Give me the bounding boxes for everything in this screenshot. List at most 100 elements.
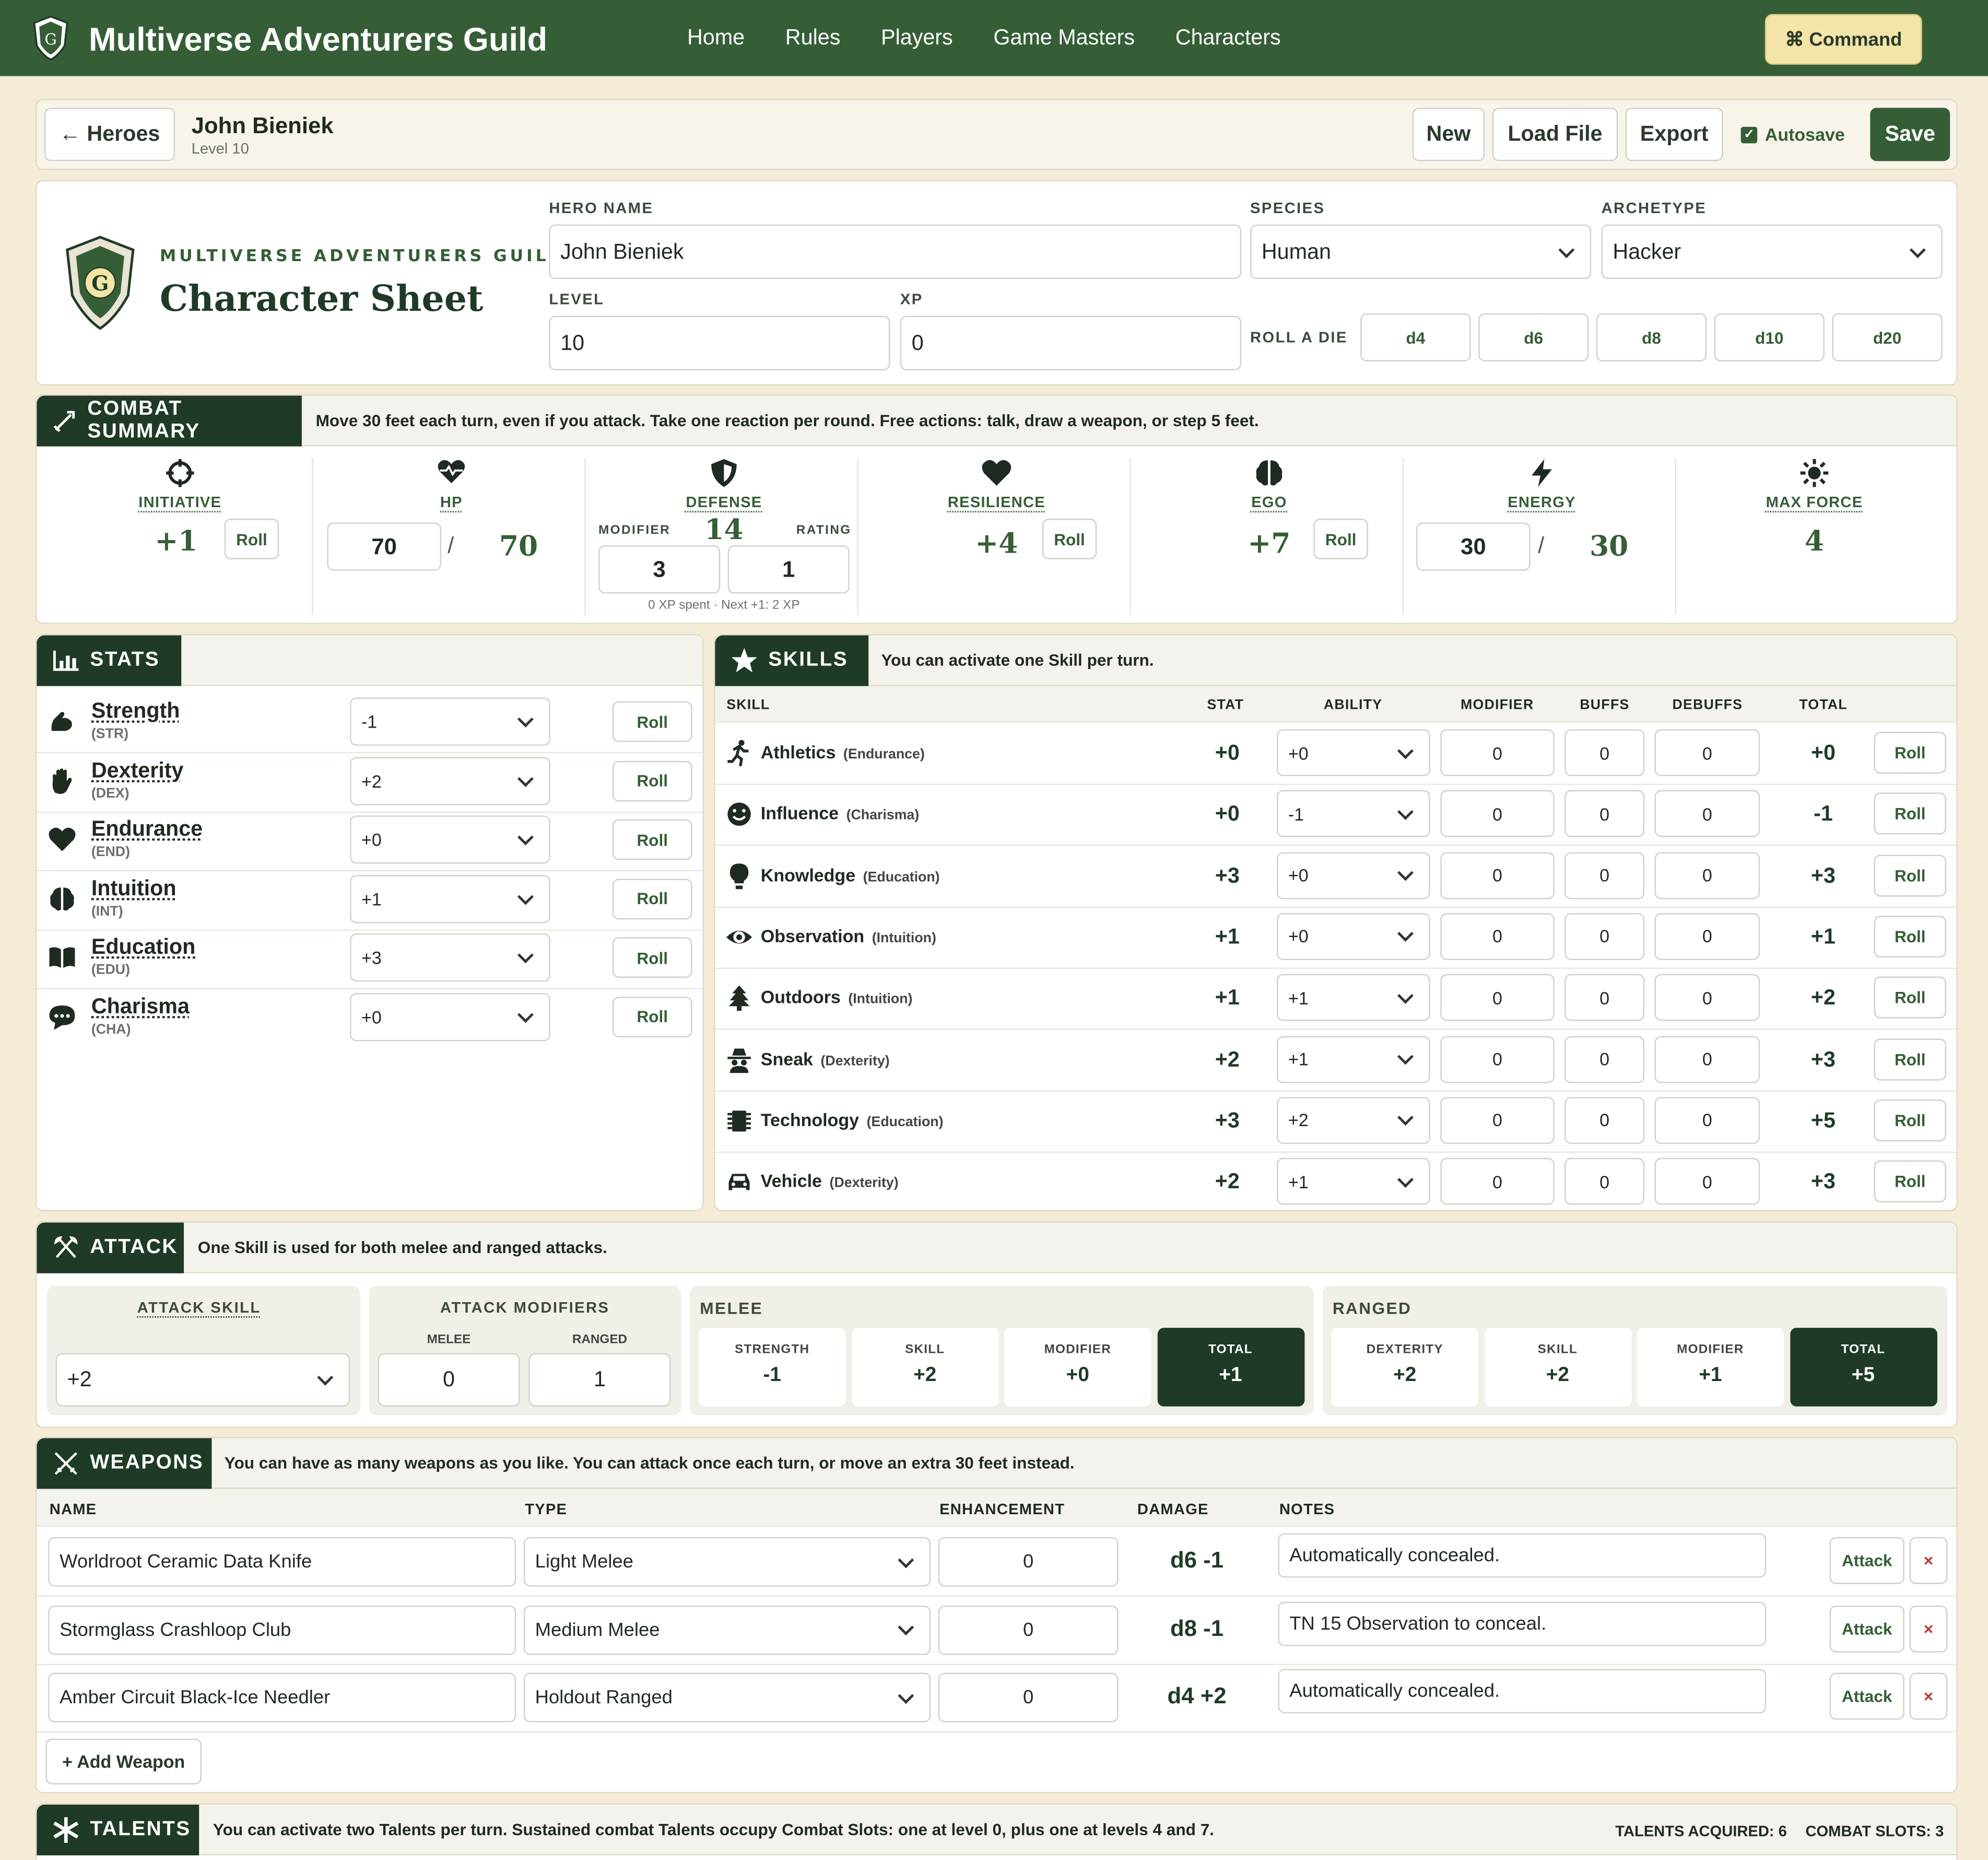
skill-roll-button[interactable]: Roll — [1874, 915, 1946, 957]
stat-roll-button[interactable]: Roll — [612, 819, 692, 860]
roll-d6-button[interactable]: d6 — [1478, 313, 1589, 361]
guild-shield-logo-icon[interactable]: G — [33, 15, 68, 61]
skill-modifier-input[interactable]: 0 — [1440, 1096, 1555, 1144]
roll-d8-button[interactable]: d8 — [1596, 313, 1707, 361]
skill-debuffs-input[interactable]: 0 — [1654, 851, 1760, 899]
nav-link-rules[interactable]: Rules — [785, 26, 841, 51]
skill-ability-select[interactable]: +1 — [1276, 1157, 1430, 1205]
stat-roll-button[interactable]: Roll — [612, 878, 692, 919]
roll-d10-button[interactable]: d10 — [1714, 313, 1825, 361]
weapon-enhancement-input[interactable]: 0 — [938, 1537, 1119, 1587]
initiative-roll-button[interactable]: Roll — [224, 519, 279, 559]
weapon-remove-button[interactable]: × — [1909, 1537, 1948, 1584]
skill-ability-select[interactable]: +0 — [1276, 913, 1430, 960]
brand-title[interactable]: Multiverse Adventurers Guild — [89, 20, 547, 60]
nav-link-players[interactable]: Players — [881, 26, 953, 51]
ego-roll-button[interactable]: Roll — [1313, 519, 1368, 559]
hero-name-input[interactable]: John Bieniek — [549, 224, 1242, 279]
skill-debuffs-input[interactable]: 0 — [1654, 790, 1760, 838]
skill-debuffs-input[interactable]: 0 — [1654, 1096, 1760, 1144]
weapon-type-select[interactable]: Light Melee — [523, 1537, 931, 1587]
energy-current-input[interactable]: 30 — [1416, 522, 1531, 571]
skill-modifier-input[interactable]: 0 — [1440, 913, 1555, 960]
skill-roll-button[interactable]: Roll — [1874, 731, 1946, 774]
resilience-roll-button[interactable]: Roll — [1042, 519, 1097, 559]
weapon-attack-button[interactable]: Attack — [1829, 1537, 1904, 1584]
weapon-enhancement-input[interactable]: 0 — [938, 1605, 1119, 1655]
attack-mod-melee-input[interactable]: 0 — [378, 1353, 520, 1407]
xp-input[interactable]: 0 — [900, 315, 1242, 370]
skill-debuffs-input[interactable]: 0 — [1654, 1157, 1760, 1205]
stat-value-select[interactable]: +0 — [350, 992, 550, 1041]
skill-buffs-input[interactable]: 0 — [1564, 913, 1645, 960]
back-to-heroes-button[interactable]: ← Heroes — [44, 108, 175, 161]
autosave-checkbox[interactable]: ✓ — [1740, 126, 1758, 143]
defense-modifier-input[interactable]: 3 — [598, 545, 721, 594]
command-button[interactable]: ⌘ Command — [1765, 14, 1922, 65]
species-select[interactable]: Human — [1250, 224, 1592, 279]
skill-ability-select[interactable]: -1 — [1276, 790, 1430, 838]
save-button[interactable]: Save — [1870, 108, 1950, 161]
weapon-notes-input[interactable]: Automatically concealed. — [1278, 1669, 1767, 1714]
stat-value-select[interactable]: -1 — [350, 697, 550, 746]
weapon-attack-button[interactable]: Attack — [1829, 1672, 1904, 1720]
skill-modifier-input[interactable]: 0 — [1440, 790, 1555, 838]
skill-roll-button[interactable]: Roll — [1874, 1160, 1946, 1202]
skill-ability-select[interactable]: +0 — [1276, 851, 1430, 899]
skill-modifier-input[interactable]: 0 — [1440, 1157, 1555, 1205]
new-button[interactable]: New — [1412, 108, 1485, 161]
roll-d4-button[interactable]: d4 — [1360, 313, 1471, 361]
skill-buffs-input[interactable]: 0 — [1564, 790, 1645, 838]
skill-roll-button[interactable]: Roll — [1874, 1038, 1946, 1080]
stat-roll-button[interactable]: Roll — [612, 996, 692, 1037]
skill-debuffs-input[interactable]: 0 — [1654, 913, 1760, 960]
stat-roll-button[interactable]: Roll — [612, 701, 692, 742]
skill-ability-select[interactable]: +1 — [1276, 974, 1430, 1021]
skill-modifier-input[interactable]: 0 — [1440, 851, 1555, 899]
skill-roll-button[interactable]: Roll — [1874, 1099, 1946, 1141]
load-file-button[interactable]: Load File — [1492, 108, 1618, 161]
skill-roll-button[interactable]: Roll — [1874, 854, 1946, 896]
skill-ability-select[interactable]: +1 — [1276, 1035, 1430, 1083]
weapon-name-input[interactable]: Amber Circuit Black-Ice Needler — [48, 1672, 516, 1723]
weapon-type-select[interactable]: Medium Melee — [523, 1605, 931, 1655]
export-button[interactable]: Export — [1625, 108, 1723, 161]
weapon-enhancement-input[interactable]: 0 — [938, 1672, 1119, 1723]
weapon-attack-button[interactable]: Attack — [1829, 1605, 1904, 1652]
skill-modifier-input[interactable]: 0 — [1440, 974, 1555, 1021]
weapon-type-select[interactable]: Holdout Ranged — [523, 1672, 931, 1723]
skill-ability-select[interactable]: +2 — [1276, 1096, 1430, 1144]
skill-buffs-input[interactable]: 0 — [1564, 1157, 1645, 1205]
skill-modifier-input[interactable]: 0 — [1440, 729, 1555, 776]
skill-modifier-input[interactable]: 0 — [1440, 1035, 1555, 1083]
nav-link-home[interactable]: Home — [687, 26, 745, 51]
stat-value-select[interactable]: +0 — [350, 815, 550, 864]
roll-d20-button[interactable]: d20 — [1832, 313, 1943, 361]
weapon-remove-button[interactable]: × — [1909, 1672, 1948, 1720]
add-weapon-button[interactable]: + Add Weapon — [45, 1738, 202, 1785]
skill-debuffs-input[interactable]: 0 — [1654, 729, 1760, 776]
skill-buffs-input[interactable]: 0 — [1564, 974, 1645, 1021]
skill-buffs-input[interactable]: 0 — [1564, 851, 1645, 899]
skill-roll-button[interactable]: Roll — [1874, 793, 1946, 835]
stat-roll-button[interactable]: Roll — [612, 760, 692, 801]
skill-roll-button[interactable]: Roll — [1874, 977, 1946, 1019]
skill-debuffs-input[interactable]: 0 — [1654, 974, 1760, 1021]
skill-buffs-input[interactable]: 0 — [1564, 729, 1645, 776]
autosave-toggle[interactable]: ✓ Autosave — [1740, 124, 1845, 145]
attack-skill-select[interactable]: +2 — [55, 1353, 350, 1407]
skill-debuffs-input[interactable]: 0 — [1654, 1035, 1760, 1083]
nav-link-characters[interactable]: Characters — [1175, 26, 1281, 51]
weapon-name-input[interactable]: Stormglass Crashloop Club — [48, 1605, 516, 1655]
nav-link-game-masters[interactable]: Game Masters — [993, 26, 1135, 51]
stat-value-select[interactable]: +2 — [350, 756, 550, 805]
weapon-notes-input[interactable]: TN 15 Observation to conceal. — [1278, 1601, 1767, 1646]
skill-buffs-input[interactable]: 0 — [1564, 1035, 1645, 1083]
defense-rating-input[interactable]: 1 — [727, 545, 850, 594]
stat-roll-button[interactable]: Roll — [612, 937, 692, 978]
weapon-remove-button[interactable]: × — [1909, 1605, 1948, 1652]
skill-ability-select[interactable]: +0 — [1276, 729, 1430, 776]
archetype-select[interactable]: Hacker — [1601, 224, 1943, 279]
weapon-notes-input[interactable]: Automatically concealed. — [1278, 1533, 1767, 1578]
stat-value-select[interactable]: +1 — [350, 874, 550, 923]
